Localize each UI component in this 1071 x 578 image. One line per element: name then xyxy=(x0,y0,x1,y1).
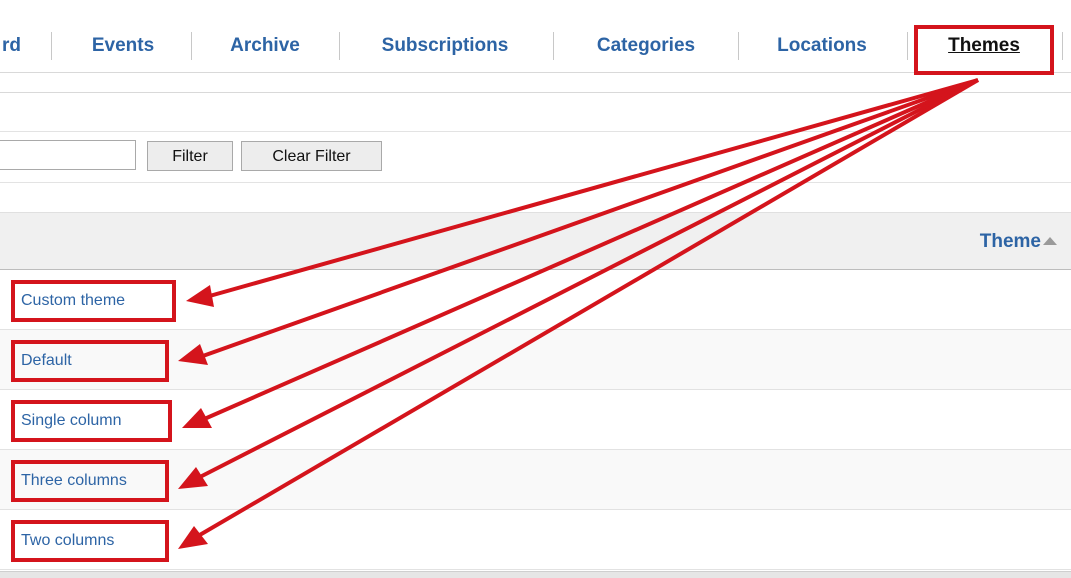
table-row: Three columns xyxy=(0,450,1071,510)
table-footer-bar xyxy=(0,571,1071,578)
tab-divider xyxy=(339,32,340,60)
subnav-divider xyxy=(0,92,1071,93)
table-row: Single column xyxy=(0,390,1071,450)
theme-column-header[interactable]: Theme xyxy=(980,231,1057,253)
theme-link-single-column[interactable]: Single column xyxy=(11,400,172,442)
tab-bar: rd Events Archive Subscriptions Categori… xyxy=(0,0,1071,73)
tab-events[interactable]: Events xyxy=(78,32,168,60)
tab-divider xyxy=(191,32,192,60)
tab-archive[interactable]: Archive xyxy=(213,32,317,60)
tab-dashboard[interactable]: rd xyxy=(0,32,42,60)
tab-divider xyxy=(1062,32,1063,60)
tab-subscriptions[interactable]: Subscriptions xyxy=(362,32,528,60)
table-row: Custom theme xyxy=(0,270,1071,330)
tab-divider xyxy=(738,32,739,60)
tab-divider xyxy=(51,32,52,60)
themes-tab-highlight-box xyxy=(914,25,1054,75)
theme-link-two-columns[interactable]: Two columns xyxy=(11,520,169,562)
theme-link-custom-theme[interactable]: Custom theme xyxy=(11,280,176,322)
theme-link-three-columns[interactable]: Three columns xyxy=(11,460,169,502)
clear-filter-button[interactable]: Clear Filter xyxy=(241,141,382,171)
page: rd Events Archive Subscriptions Categori… xyxy=(0,0,1071,578)
theme-column-label[interactable]: Theme xyxy=(980,231,1041,252)
table-header: Theme xyxy=(0,212,1071,270)
filter-button[interactable]: Filter xyxy=(147,141,233,171)
tab-divider xyxy=(907,32,908,60)
tab-categories[interactable]: Categories xyxy=(575,32,717,60)
sort-ascending-icon[interactable] xyxy=(1043,237,1057,245)
filter-bar: Filter Clear Filter xyxy=(0,131,1071,183)
filter-input[interactable] xyxy=(0,140,136,170)
tab-divider xyxy=(553,32,554,60)
theme-link-default[interactable]: Default xyxy=(11,340,169,382)
table-row: Two columns xyxy=(0,510,1071,570)
tab-locations[interactable]: Locations xyxy=(760,32,884,60)
table-row: Default xyxy=(0,330,1071,390)
